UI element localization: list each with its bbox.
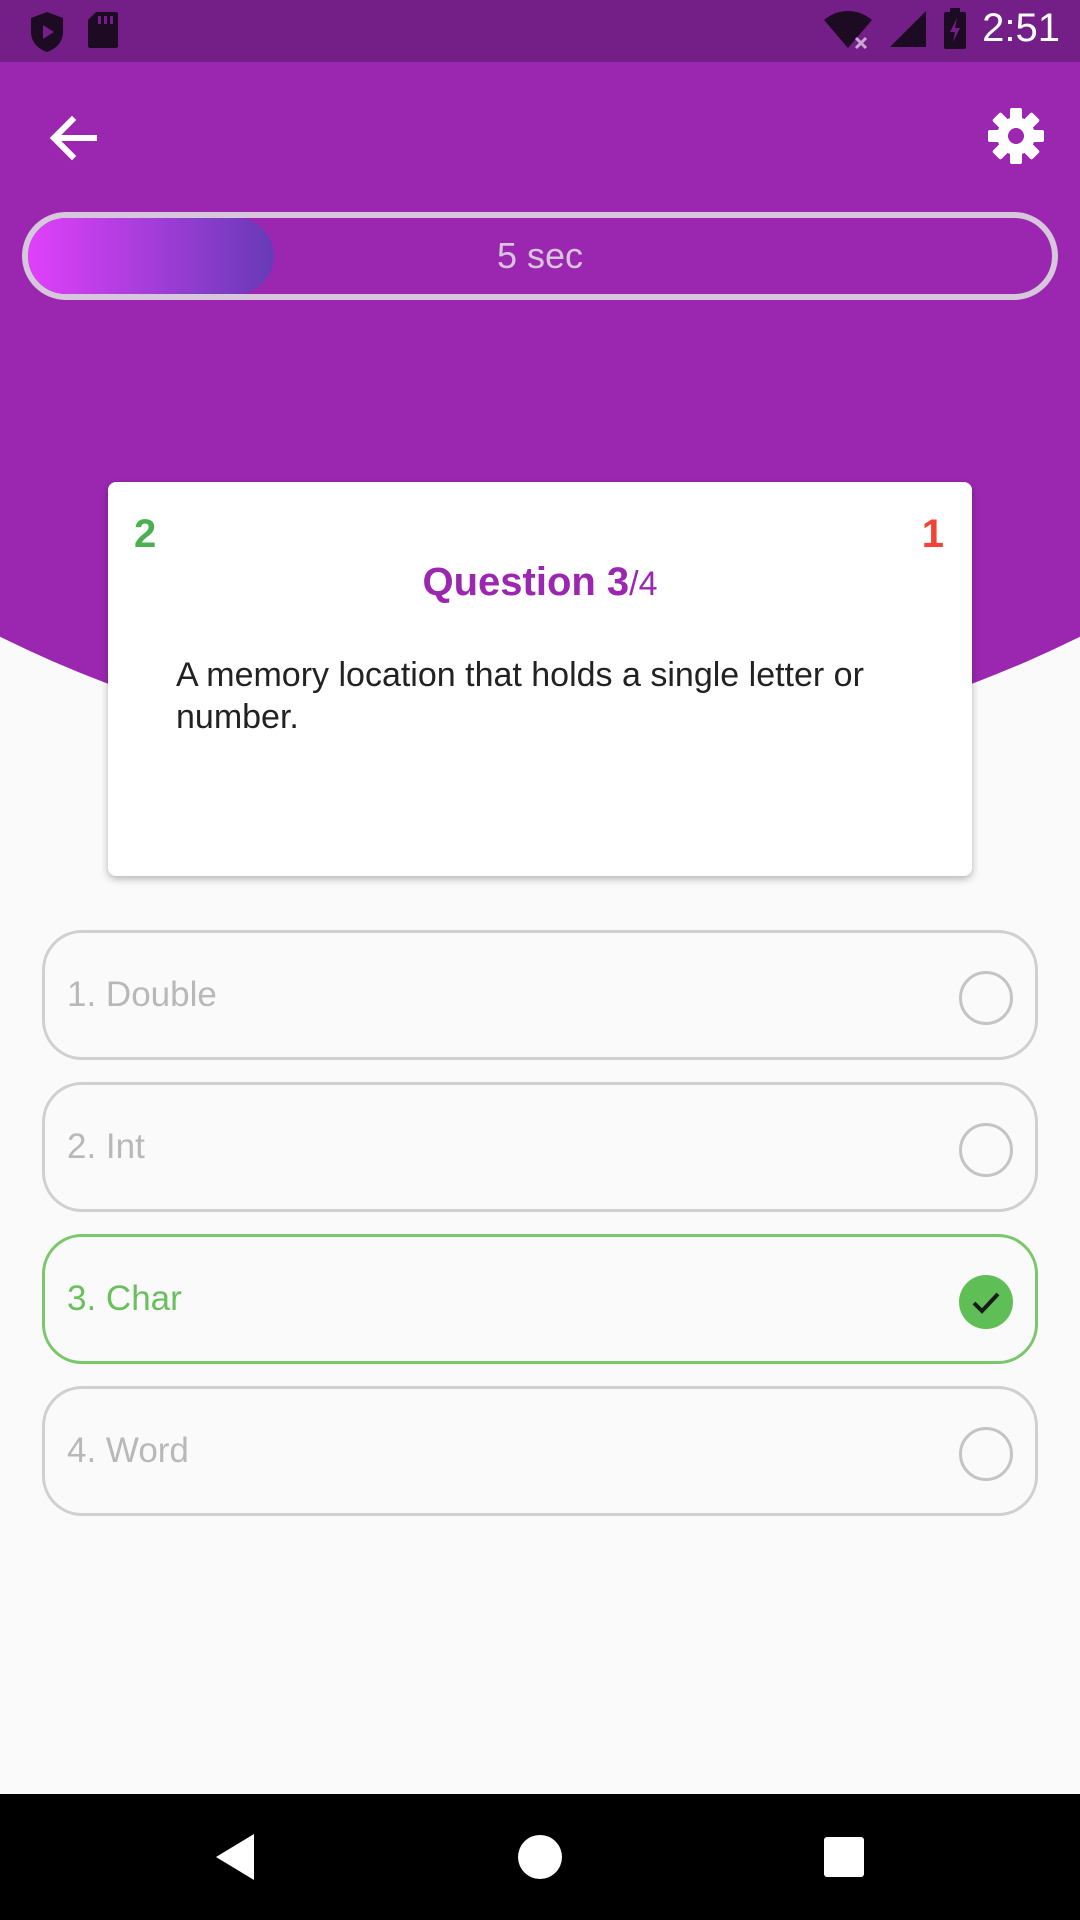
question-total: /4 <box>629 565 658 603</box>
back-triangle-icon <box>216 1834 254 1880</box>
nav-back-button[interactable] <box>202 1824 268 1890</box>
question-text: A memory location that holds a single le… <box>176 656 864 736</box>
wifi-icon <box>824 10 873 49</box>
answer-option[interactable]: 1. Double <box>42 930 1038 1060</box>
question-title: Question 3/4 <box>108 560 972 605</box>
shield-play-icon <box>31 12 63 52</box>
sd-card-icon <box>88 12 118 48</box>
arrow-back-icon <box>49 115 97 161</box>
check-circle-icon <box>959 1275 1013 1329</box>
cell-signal-icon <box>890 10 927 47</box>
radio-empty-icon <box>959 1123 1013 1177</box>
home-circle-icon <box>518 1835 562 1879</box>
answer-option-label: 3. Char <box>67 1279 182 1318</box>
status-right-icons: 2:51 <box>822 6 1060 51</box>
timer-label: 5 sec <box>496 235 584 276</box>
nav-recents-button[interactable] <box>811 1824 877 1890</box>
timer-bar: 5 sec <box>22 212 1058 300</box>
wrong-count: 1 <box>921 512 944 556</box>
status-time: 2:51 <box>982 6 1060 50</box>
correct-count: 2 <box>134 512 157 556</box>
answer-option-label: 4. Word <box>67 1431 189 1470</box>
answer-option[interactable]: 4. Word <box>42 1386 1038 1516</box>
back-button[interactable] <box>44 108 104 168</box>
answer-option-selected[interactable]: 3. Char <box>42 1234 1038 1364</box>
status-left-icons <box>28 10 120 54</box>
radio-empty-icon <box>959 1427 1013 1481</box>
question-card: 2 1 Question 3/4 A memory location that … <box>108 482 972 876</box>
gear-icon <box>988 108 1044 164</box>
answer-option-label: 1. Double <box>67 975 217 1014</box>
radio-empty-icon <box>959 971 1013 1025</box>
nav-home-button[interactable] <box>507 1824 573 1890</box>
settings-button[interactable] <box>986 106 1046 166</box>
question-number: Question 3 <box>422 560 630 604</box>
recents-square-icon <box>824 1837 864 1877</box>
answer-option-label: 2. Int <box>67 1127 145 1166</box>
status-bar: 2:51 <box>0 0 1080 62</box>
answer-option[interactable]: 2. Int <box>42 1082 1038 1212</box>
navigation-bar <box>0 1794 1080 1920</box>
battery-charging-icon <box>944 7 967 49</box>
